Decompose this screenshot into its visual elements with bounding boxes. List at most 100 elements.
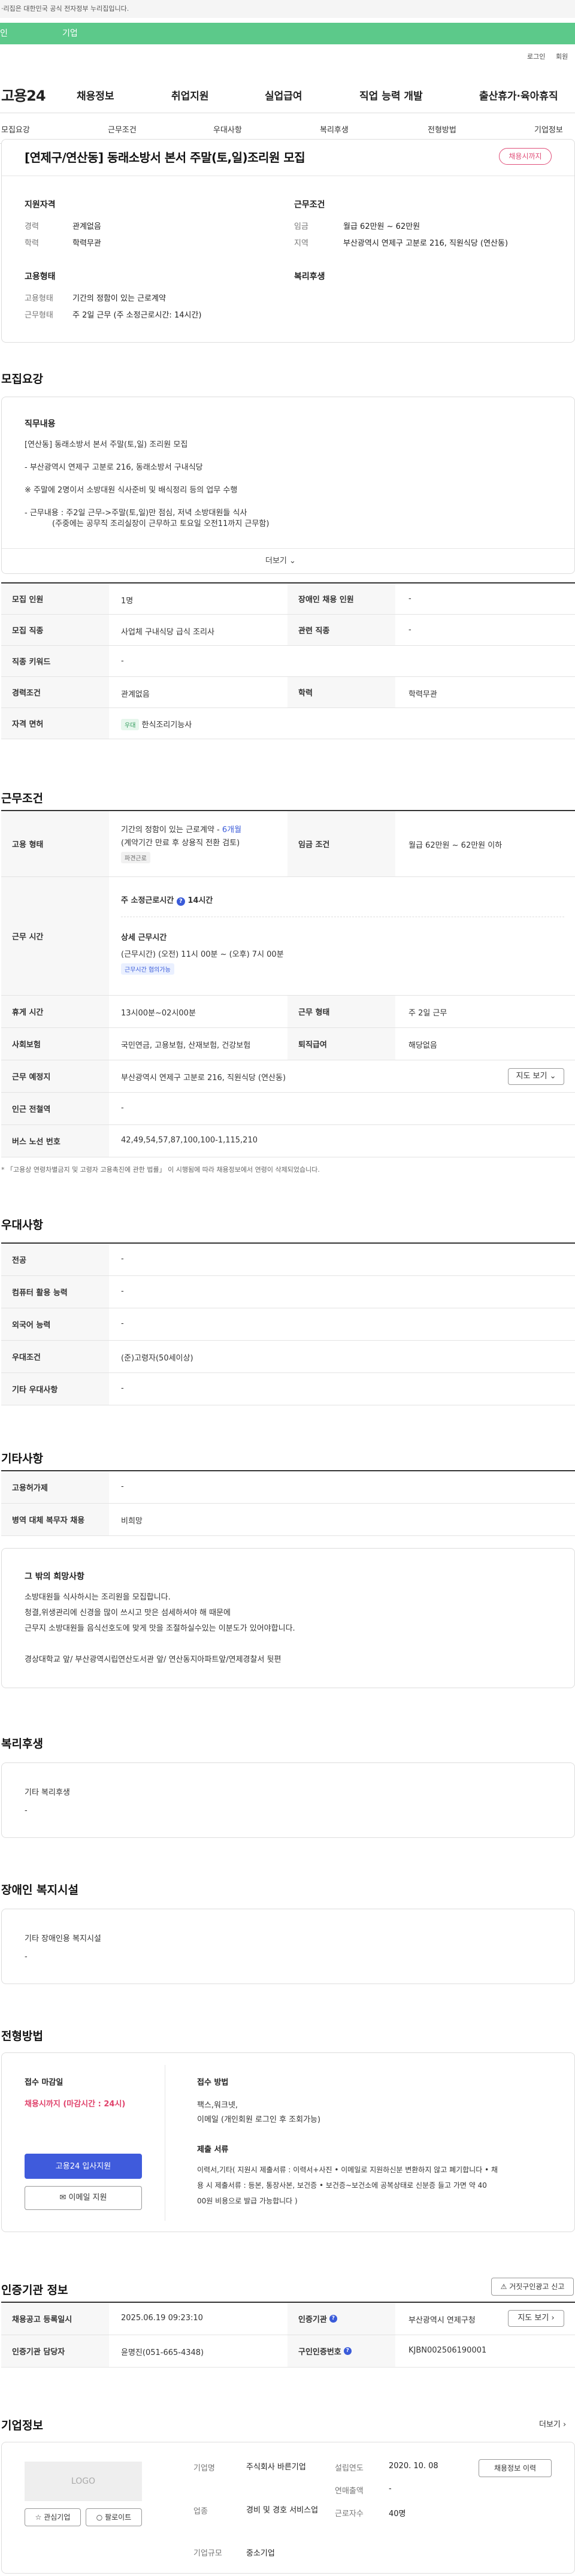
etc-box: 그 밖의 희망사항 소방대원들 식사하시는 조리원을 모집합니다. 청결,위생관… bbox=[1, 1548, 575, 1688]
anchor-process[interactable]: 전형방법 bbox=[428, 123, 456, 135]
etc-box-title: 그 밖의 희망사항 bbox=[25, 1572, 84, 1582]
recruit-history-button[interactable]: 채용정보 이력 bbox=[479, 2459, 552, 2477]
th-label: 인증기관 bbox=[298, 2315, 327, 2324]
apply-button[interactable]: 고용24 입사지원 bbox=[25, 2154, 142, 2179]
email-apply-button[interactable]: ✉ 이메일 지원 bbox=[25, 2186, 142, 2210]
table-row: 채용공고 등록일시 2025.06.19 09:23:10 인증기관? 부산광역… bbox=[1, 2303, 575, 2335]
duty-title: 직무내용 bbox=[25, 419, 56, 429]
th-label: 구인인증번호 bbox=[298, 2348, 341, 2357]
emp-label: 근무형태 bbox=[25, 311, 53, 320]
follow-company-button[interactable]: ○ 팔로이트 bbox=[86, 2508, 142, 2526]
method-title: 접수 방법 bbox=[197, 2078, 229, 2087]
map-view-button[interactable]: 지도 보기 ⌄ bbox=[508, 1068, 564, 1085]
cond-value: 월급 62만원 ~ 62만원 bbox=[343, 222, 420, 231]
td: 주 2일 근무 bbox=[408, 1009, 447, 1018]
th: 근무 예정지 bbox=[1, 1060, 109, 1092]
th: 휴게 시간 bbox=[1, 996, 109, 1027]
process-box: 접수 마감일 채용시까지 (마감시간 : 24시) 고용24 입사지원 ✉ 이메… bbox=[1, 2052, 575, 2232]
nav-employment-support[interactable]: 취업지원 bbox=[171, 87, 209, 102]
table-row: 외국어 능력 - bbox=[1, 1308, 575, 1341]
more-button[interactable]: 더보기 ⌄ bbox=[265, 554, 296, 566]
deadline-title: 접수 마감일 bbox=[25, 2078, 63, 2087]
table-row: 사회보험 국민연금, 고용보험, 산재보험, 건강보험 퇴직급여 해당없음 bbox=[1, 1028, 575, 1060]
table-row: 인증기관 담당자 윤명진(051-665-4348) 구인인증번호? KJBN0… bbox=[1, 2335, 575, 2368]
cond-value: 부산광역시 연제구 고분로 216, 직원식당 (연산동) bbox=[343, 239, 509, 248]
tab-company[interactable]: 기업 bbox=[62, 23, 78, 44]
cert-table: 채용공고 등록일시 2025.06.19 09:23:10 인증기관? 부산광역… bbox=[1, 2302, 575, 2368]
table-row: 병역 대체 복무자 채용 비희망 bbox=[1, 1504, 575, 1536]
company-label: 기업규모 bbox=[193, 2549, 222, 2558]
th: 병역 대체 복무자 채용 bbox=[1, 1504, 109, 1535]
docs-line: 용 시 제출서류 : 등본, 통장사본, 보건증 • 보건증~보건소에 공복상태… bbox=[197, 2181, 487, 2190]
detail-hours-value: (근무시간) (오전) 11시 00분 ~ (오후) 7시 00분 bbox=[121, 950, 284, 959]
anchor-recruit[interactable]: 모집요강 bbox=[1, 123, 30, 135]
cond-label: 임금 bbox=[294, 222, 308, 231]
report-fake-ad-button[interactable]: ⚠ 거짓구인광고 신고 bbox=[491, 2278, 574, 2296]
nav-vocational-training[interactable]: 직업 능력 개발 bbox=[359, 87, 423, 102]
fav-btn-label: 관심기업 bbox=[44, 2513, 71, 2521]
disability-value: - bbox=[25, 1952, 28, 1961]
anchor-pref[interactable]: 우대사항 bbox=[213, 123, 242, 135]
table-row: 고용 형태 기간의 정함이 있는 근로계약 - 6개월 (계약기간 만료 후 상… bbox=[1, 811, 575, 877]
nav-parental-leave[interactable]: 출산휴가·육아휴직 bbox=[479, 87, 558, 102]
info-icon[interactable]: ? bbox=[329, 2315, 337, 2323]
deadline-value: 채용시까지 (마감시간 : 24시) bbox=[25, 2100, 126, 2109]
tab-individual[interactable]: 인 bbox=[0, 23, 8, 44]
table-row: 자격 면허 우대 한식조리기능사 bbox=[1, 708, 575, 739]
report-btn-label: 거짓구인광고 신고 bbox=[509, 2282, 565, 2291]
nav-unemployment-benefit[interactable]: 실업급여 bbox=[265, 87, 302, 102]
th: 직종 키워드 bbox=[1, 646, 109, 676]
etc-line: 경상대학교 앞/ 부산광역시립연산도서관 앞/ 연산동지아파트앞/연제경찰서 뒷… bbox=[25, 1655, 282, 1664]
contract-period-link[interactable]: 6개월 bbox=[222, 826, 241, 835]
login-link[interactable]: 로그인 bbox=[527, 52, 545, 61]
th: 근무 시간 bbox=[1, 877, 109, 995]
member-type-tabs: 인 기업 bbox=[0, 23, 575, 44]
recruit-table: 모집 인원 1명 장애인 채용 인원 - 모집 직종 사업체 구내식당 급식 조… bbox=[1, 582, 575, 744]
star-icon: ☆ bbox=[35, 2513, 42, 2521]
company-size: 중소기업 bbox=[246, 2549, 275, 2558]
signup-link[interactable]: 회원 bbox=[556, 52, 568, 61]
td: 1명 bbox=[121, 597, 134, 606]
chevron-right-icon: › bbox=[551, 2314, 555, 2323]
etc-line: 소방대원들 식사하시는 조리원을 모집합니다. bbox=[25, 1593, 171, 1602]
table-row: 근무 시간 주 소정근로시간 ? 14시간 상세 근무시간 (근무시간) (오전… bbox=[1, 877, 575, 996]
company-label: 업종 bbox=[193, 2507, 208, 2516]
method-line: 이메일 (개인회원 로그인 후 조회가능) bbox=[197, 2115, 321, 2124]
td: 42,49,54,57,87,100,100-1,115,210 bbox=[121, 1136, 258, 1145]
favorite-company-button[interactable]: ☆ 관심기업 bbox=[25, 2508, 81, 2526]
table-row: 우대조건 (준)고령자(50세이상) bbox=[1, 1341, 575, 1373]
td: 비희망 bbox=[121, 1517, 143, 1526]
qual-value: 학력무관 bbox=[72, 239, 101, 248]
weekly-hours-label: 주 소정근로시간 bbox=[121, 896, 174, 905]
table-row: 모집 인원 1명 장애인 채용 인원 - bbox=[1, 583, 575, 615]
table-row: 근무 예정지 부산광역시 연제구 고분로 216, 직원식당 (연산동) 지도 … bbox=[1, 1060, 575, 1093]
th: 사회보험 bbox=[1, 1028, 109, 1060]
company-logo: LOGO bbox=[25, 2462, 142, 2501]
site-logo[interactable]: 고용24 bbox=[1, 84, 46, 105]
section-title-work: 근무조건 bbox=[1, 792, 43, 805]
anchor-work[interactable]: 근무조건 bbox=[108, 123, 137, 135]
map-btn-label: 지도 보기 bbox=[518, 2314, 549, 2323]
company-more-link[interactable]: 더보기 › bbox=[539, 2418, 566, 2429]
anchor-welfare[interactable]: 복리후생 bbox=[320, 123, 349, 135]
th: 모집 인원 bbox=[1, 583, 109, 614]
cert-map-button[interactable]: 지도 보기 › bbox=[508, 2310, 564, 2327]
table-row: 직종 키워드 - bbox=[1, 646, 575, 677]
docs-line: 00원 비용으로 발급 가능합니다 ) bbox=[197, 2197, 298, 2205]
td: 13시00분~02시00분 bbox=[121, 1009, 196, 1018]
wage-value: 월급 62만원 ~ 62만원 이하 bbox=[408, 841, 503, 850]
section-title-etc: 기타사항 bbox=[1, 1452, 43, 1465]
anchor-company[interactable]: 기업정보 bbox=[534, 123, 563, 135]
th: 경력조건 bbox=[1, 677, 109, 708]
duty-box: 직무내용 [연산동] 동래소방서 본서 주말(토,일) 조리원 모집 - 부산광… bbox=[1, 397, 575, 574]
summary-card: [연제구/연산동] 동래소방서 본서 주말(토,일)조리원 모집 채용시까지 지… bbox=[1, 139, 575, 343]
th: 우대조건 bbox=[1, 1341, 109, 1372]
company-label: 설립연도 bbox=[335, 2464, 364, 2473]
info-icon[interactable]: ? bbox=[343, 2347, 352, 2355]
circle-icon: ○ bbox=[96, 2513, 103, 2521]
th: 외국어 능력 bbox=[1, 1308, 109, 1340]
td: 사업체 구내식당 급식 조리사 bbox=[121, 628, 214, 637]
cond-title: 근무조건 bbox=[294, 200, 325, 210]
info-icon[interactable]: ? bbox=[176, 897, 185, 906]
nav-jobs[interactable]: 채용정보 bbox=[77, 87, 114, 102]
